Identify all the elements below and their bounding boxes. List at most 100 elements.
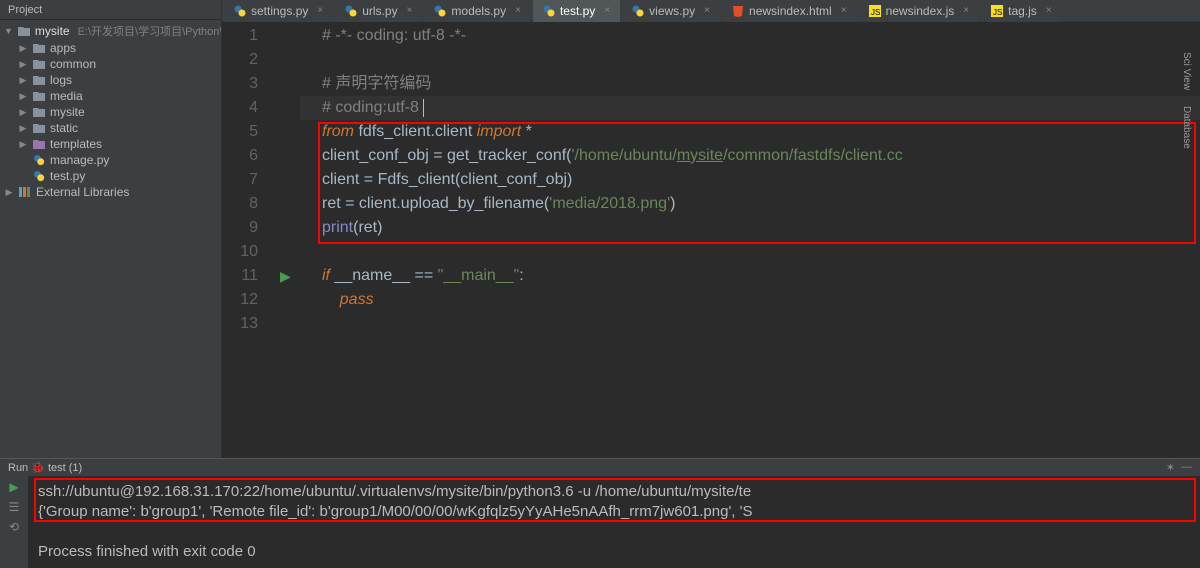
tab-views-py[interactable]: views.py ×	[622, 0, 720, 22]
chevron-right-icon: ▶	[18, 75, 28, 86]
root-name: mysite	[35, 24, 70, 38]
tree-item-media[interactable]: ▶ media	[0, 88, 221, 104]
tab-label: models.py	[451, 4, 506, 18]
tabbar: settings.py×urls.py×models.py×test.py×vi…	[222, 0, 1200, 22]
folder-icon	[32, 106, 46, 118]
python-file-icon	[32, 154, 46, 166]
tab-label: newsindex.html	[749, 4, 832, 18]
sidebar-title[interactable]: Project	[0, 0, 221, 20]
tree-label: test.py	[50, 169, 85, 183]
console-line-1: ssh://ubuntu@192.168.31.170:22/home/ubun…	[38, 482, 1190, 502]
run-icon[interactable]: ▶	[9, 480, 18, 494]
tab-test-py[interactable]: test.py ×	[533, 0, 620, 22]
tree-label: apps	[50, 41, 76, 55]
console-line-3: Process finished with exit code 0	[38, 542, 1190, 562]
line-number: 8	[222, 192, 258, 216]
close-icon[interactable]: ×	[604, 5, 610, 16]
line-number: 9	[222, 216, 258, 240]
js-file-icon: JS	[869, 5, 881, 17]
py-file-icon	[543, 5, 555, 17]
line-number: 13	[222, 312, 258, 336]
tree-label: media	[50, 89, 83, 103]
tab-newsindex-js[interactable]: JSnewsindex.js×	[859, 0, 980, 22]
py-file-icon	[632, 5, 644, 17]
folder-icon	[32, 138, 46, 150]
step-icon[interactable]: ☰	[9, 500, 20, 514]
project-sidebar: Project ▼ mysite E:\开发项目\学习项目\Python\my …	[0, 0, 222, 458]
folder-icon	[32, 58, 46, 70]
tab-label: views.py	[649, 4, 695, 18]
line-gutter: 12345678910111213	[222, 22, 272, 458]
root-path: E:\开发项目\学习项目\Python\my	[78, 23, 221, 39]
close-icon[interactable]: ×	[515, 5, 521, 16]
console-output[interactable]: ssh://ubuntu@192.168.31.170:22/home/ubun…	[28, 476, 1200, 568]
folder-icon	[32, 122, 46, 134]
tree-item-manage.py[interactable]: manage.py	[0, 152, 221, 168]
close-icon[interactable]: ×	[407, 5, 413, 16]
close-icon[interactable]: ×	[1046, 5, 1052, 16]
tree-item-common[interactable]: ▶common	[0, 56, 221, 72]
tab-models-py[interactable]: models.py ×	[424, 0, 531, 22]
tree-item-apps[interactable]: ▶ apps	[0, 40, 221, 56]
gear-icon[interactable]: ✶	[1166, 461, 1175, 474]
sciview-tab[interactable]: Sci View	[1180, 46, 1200, 96]
folder-icon	[32, 74, 46, 86]
svg-text:JS: JS	[993, 8, 1002, 17]
tree-label: manage.py	[50, 153, 109, 167]
gutter-icons: ▶	[272, 22, 300, 458]
tab-newsindex-html[interactable]: newsindex.html ×	[722, 0, 857, 22]
console-line-2: {'Group name': b'group1', 'Remote file_i…	[38, 502, 1190, 522]
tab-tag-js[interactable]: JS tag.js ×	[981, 0, 1062, 22]
close-icon[interactable]: ×	[317, 5, 323, 16]
ext-libs-label: External Libraries	[36, 185, 129, 199]
chevron-right-icon: ▶	[18, 43, 28, 54]
line-number: 2	[222, 48, 258, 72]
line-number: 12	[222, 288, 258, 312]
minimize-icon[interactable]: —	[1181, 461, 1192, 474]
tab-label: urls.py	[362, 4, 397, 18]
close-icon[interactable]: ×	[704, 5, 710, 16]
console-title: Run 🐞 test (1)	[8, 461, 82, 474]
project-tree: ▼ mysite E:\开发项目\学习项目\Python\my ▶apps▶co…	[0, 20, 221, 202]
tree-item-mysite[interactable]: ▶ mysite	[0, 104, 221, 120]
tree-label: templates	[50, 137, 102, 151]
chevron-right-icon: ▶	[18, 91, 28, 102]
chevron-down-icon: ▼	[4, 26, 13, 36]
line-number: 5	[222, 120, 258, 144]
tree-item-templates[interactable]: ▶templates	[0, 136, 221, 152]
svg-text:JS: JS	[871, 8, 880, 17]
js-file-icon: JS	[991, 5, 1003, 17]
line-number: 11	[222, 264, 258, 288]
tab-urls-py[interactable]: urls.py ×	[335, 0, 422, 22]
close-icon[interactable]: ×	[963, 5, 969, 16]
tree-label: mysite	[50, 105, 85, 119]
tree-item-static[interactable]: ▶static	[0, 120, 221, 136]
tree-item-test.py[interactable]: test.py	[0, 168, 221, 184]
code-editor[interactable]: 12345678910111213 ▶ # -*- coding: utf-8 …	[222, 22, 1200, 458]
tree-label: common	[50, 57, 96, 71]
py-file-icon	[434, 5, 446, 17]
line-number: 7	[222, 168, 258, 192]
close-icon[interactable]: ×	[841, 5, 847, 16]
line-number: 6	[222, 144, 258, 168]
tree-item-logs[interactable]: ▶ logs	[0, 72, 221, 88]
py-file-icon	[345, 5, 357, 17]
tab-label: tag.js	[1008, 4, 1037, 18]
run-gutter-icon[interactable]: ▶	[272, 268, 291, 284]
database-tab[interactable]: Database	[1180, 100, 1200, 155]
tree-label: logs	[50, 73, 72, 87]
folder-icon	[32, 90, 46, 102]
line-number: 1	[222, 24, 258, 48]
chevron-right-icon: ▶	[18, 107, 28, 118]
external-libs[interactable]: ▶ External Libraries	[0, 184, 221, 200]
tab-label: test.py	[560, 4, 595, 18]
tree-root[interactable]: ▼ mysite E:\开发项目\学习项目\Python\my	[0, 22, 221, 40]
editor-area: settings.py×urls.py×models.py×test.py×vi…	[222, 0, 1200, 458]
console-header[interactable]: Run 🐞 test (1) ✶ —	[0, 459, 1200, 476]
wrap-icon[interactable]: ⟲	[9, 520, 19, 534]
tab-settings-py[interactable]: settings.py×	[224, 0, 333, 22]
python-file-icon	[32, 170, 46, 182]
folder-icon	[17, 25, 31, 37]
code-lines[interactable]: # -*- coding: utf-8 -*- # 声明字符编码 # codin…	[300, 22, 1200, 458]
text-cursor	[423, 99, 424, 117]
